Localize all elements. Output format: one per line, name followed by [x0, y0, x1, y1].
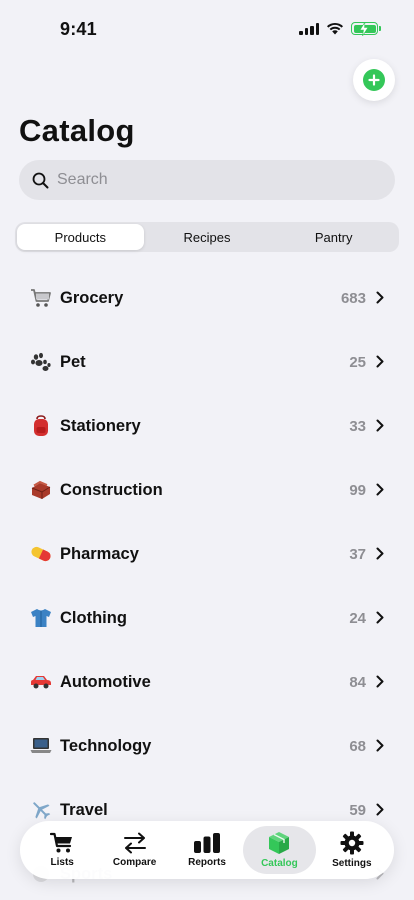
- car-emoji-icon: [30, 671, 52, 693]
- chevron-right-icon: [376, 675, 384, 688]
- search-bar[interactable]: [19, 160, 395, 200]
- airplane-emoji-icon: [30, 799, 52, 821]
- category-label: Travel: [60, 800, 108, 819]
- cellular-signal-icon: [299, 22, 319, 35]
- category-row-grocery[interactable]: Grocery 683: [0, 266, 414, 330]
- category-count: 99: [349, 481, 366, 499]
- category-count: 24: [349, 609, 366, 627]
- status-icons: [299, 22, 381, 36]
- battery-charging-icon: [351, 22, 381, 36]
- brick-emoji-icon: [30, 479, 52, 501]
- paw-emoji-icon: [30, 351, 52, 373]
- category-label: Construction: [60, 480, 163, 499]
- chevron-right-icon: [376, 611, 384, 624]
- category-count: 683: [340, 289, 366, 307]
- chevron-right-icon: [376, 355, 384, 368]
- category-count: 33: [349, 417, 366, 435]
- tab-lists[interactable]: Lists: [26, 826, 98, 874]
- chevron-right-icon: [376, 291, 384, 304]
- category-label: Automotive: [60, 672, 151, 691]
- chevron-right-icon: [376, 419, 384, 432]
- category-count: 37: [349, 545, 366, 563]
- category-row-pet[interactable]: Pet 25: [0, 330, 414, 394]
- pill-emoji-icon: [30, 543, 52, 565]
- category-label: Technology: [60, 736, 152, 755]
- category-row-technology[interactable]: Technology 68: [0, 714, 414, 778]
- chevron-right-icon: [376, 483, 384, 496]
- chevron-right-icon: [376, 803, 384, 816]
- status-time: 9:41: [60, 19, 97, 39]
- tab-label: Reports: [188, 857, 226, 868]
- tab-bar: Lists Compare Reports Catalog Settings: [20, 821, 394, 879]
- tab-label: Lists: [50, 857, 74, 868]
- search-input[interactable]: [57, 171, 357, 189]
- category-label: Grocery: [60, 288, 124, 307]
- status-bar: 9:41: [0, 0, 414, 54]
- plus-icon: [363, 69, 385, 91]
- tab-catalog[interactable]: Catalog: [243, 826, 316, 874]
- add-button[interactable]: [353, 59, 395, 101]
- category-row-stationery[interactable]: Stationery 33: [0, 394, 414, 458]
- category-label: Stationery: [60, 416, 141, 435]
- laptop-emoji-icon: [30, 735, 52, 757]
- chevron-right-icon: [376, 739, 384, 752]
- tab-label: Catalog: [261, 858, 298, 869]
- category-count: 84: [349, 673, 366, 691]
- tab-label: Settings: [332, 858, 372, 869]
- tab-compare[interactable]: Compare: [98, 826, 170, 874]
- tab-reports[interactable]: Reports: [171, 826, 243, 874]
- category-row-construction[interactable]: Construction 99: [0, 458, 414, 522]
- chevron-right-icon: [376, 547, 384, 560]
- category-label: Pet: [60, 352, 86, 371]
- segment-products[interactable]: Products: [17, 224, 144, 250]
- segmented-control: Products Recipes Pantry: [15, 222, 399, 252]
- category-row-clothing[interactable]: Clothing 24: [0, 586, 414, 650]
- cube-icon: [269, 832, 290, 854]
- tab-label: Compare: [112, 857, 157, 868]
- category-row-pharmacy[interactable]: Pharmacy 37: [0, 522, 414, 586]
- search-icon: [32, 172, 49, 188]
- arrows-swap-icon: [123, 832, 146, 854]
- cart-icon: [50, 832, 73, 853]
- category-count: 68: [349, 737, 366, 755]
- wifi-icon: [327, 22, 343, 35]
- shirt-emoji-icon: [30, 607, 52, 629]
- category-count: 25: [349, 353, 366, 371]
- category-count: 59: [349, 801, 366, 819]
- gear-icon: [340, 831, 364, 855]
- category-row-automotive[interactable]: Automotive 84: [0, 650, 414, 714]
- bar-chart-icon: [194, 833, 221, 853]
- category-label: Clothing: [60, 608, 127, 627]
- tab-settings[interactable]: Settings: [316, 826, 388, 874]
- segment-recipes[interactable]: Recipes: [144, 224, 271, 250]
- category-label: Pharmacy: [60, 544, 139, 563]
- backpack-emoji-icon: [30, 415, 52, 437]
- segment-pantry[interactable]: Pantry: [270, 224, 397, 250]
- cart-emoji-icon: [30, 287, 52, 309]
- page-title: Catalog: [19, 113, 135, 148]
